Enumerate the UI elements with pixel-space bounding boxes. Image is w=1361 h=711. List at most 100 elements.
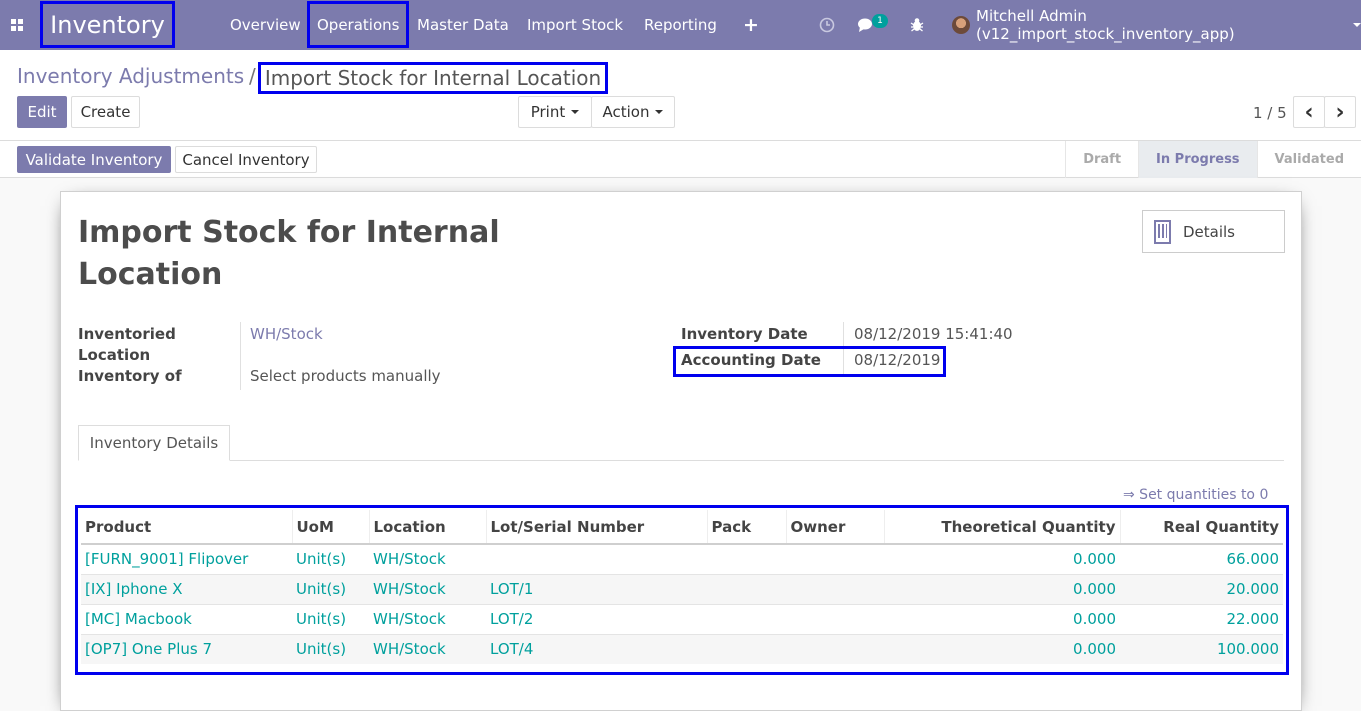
cell-location[interactable]: WH/Stock xyxy=(369,603,486,634)
column-header-uom[interactable]: UoM xyxy=(292,510,370,545)
caret-down-icon xyxy=(571,110,580,114)
caret-down-icon xyxy=(1353,23,1361,27)
table-row[interactable]: [MC] Macbook Unit(s) WH/Stock LOT/2 0.00… xyxy=(81,603,1283,634)
cell-theoretical-qty[interactable]: 0.000 xyxy=(884,573,1120,604)
menu-overview[interactable]: Overview xyxy=(230,0,301,50)
action-label: Action xyxy=(602,103,650,121)
cell-theoretical-qty[interactable]: 0.000 xyxy=(884,633,1120,664)
breadcrumb-separator: / xyxy=(249,64,256,88)
chat-count-badge: 1 xyxy=(872,14,888,28)
cell-pack[interactable] xyxy=(707,573,786,604)
cell-product[interactable]: [OP7] One Plus 7 xyxy=(81,633,292,664)
field-divider xyxy=(240,322,241,390)
cell-theoretical-qty[interactable]: 0.000 xyxy=(884,543,1120,574)
cell-uom[interactable]: Unit(s) xyxy=(292,603,369,634)
print-label: Print xyxy=(530,103,566,121)
pager-next-button[interactable]: › xyxy=(1324,96,1356,128)
chevron-left-icon: ‹ xyxy=(1304,99,1314,125)
cell-lot[interactable]: LOT/4 xyxy=(486,633,707,664)
column-header-owner[interactable]: Owner xyxy=(786,510,885,545)
cell-lot[interactable] xyxy=(486,543,707,574)
inventory-of-value[interactable]: Select products manually xyxy=(250,367,441,385)
table-row[interactable]: [OP7] One Plus 7 Unit(s) WH/Stock LOT/4 … xyxy=(81,633,1283,664)
cell-owner[interactable] xyxy=(786,633,884,664)
table-header-row: Product UoM Location Lot/Serial Number P… xyxy=(81,510,1283,545)
caret-down-icon xyxy=(655,110,664,114)
print-dropdown[interactable]: Print xyxy=(518,96,592,128)
form-sheet: Import Stock for Internal Location Detai… xyxy=(60,191,1302,711)
accounting-date-label: Accounting Date xyxy=(681,351,821,369)
chevron-right-icon: › xyxy=(1335,99,1345,125)
menu-reporting[interactable]: Reporting xyxy=(644,0,717,50)
cell-real-qty[interactable]: 100.000 xyxy=(1120,633,1283,664)
column-header-pack[interactable]: Pack xyxy=(707,510,787,545)
lines-table: Product UoM Location Lot/Serial Number P… xyxy=(81,510,1283,664)
top-navbar: Inventory Overview Operations Master Dat… xyxy=(0,0,1361,50)
cell-real-qty[interactable]: 20.000 xyxy=(1120,573,1283,604)
cell-real-qty[interactable]: 22.000 xyxy=(1120,603,1283,634)
debug-bug-icon[interactable] xyxy=(910,0,924,50)
cell-owner[interactable] xyxy=(786,603,884,634)
cell-owner[interactable] xyxy=(786,543,884,574)
app-name[interactable]: Inventory xyxy=(40,1,175,48)
inventory-date-value[interactable]: 08/12/2019 15:41:40 xyxy=(854,325,1013,343)
cell-uom[interactable]: Unit(s) xyxy=(292,633,369,664)
cell-location[interactable]: WH/Stock xyxy=(369,633,486,664)
validate-inventory-button[interactable]: Validate Inventory xyxy=(17,146,171,173)
cell-pack[interactable] xyxy=(707,603,786,634)
action-dropdown[interactable]: Action xyxy=(591,96,675,128)
inventoried-location-label-2: Location xyxy=(78,346,151,364)
inventoried-location-label-1: Inventoried xyxy=(78,325,176,343)
menu-import-stock[interactable]: Import Stock xyxy=(527,0,623,50)
cell-real-qty[interactable]: 66.000 xyxy=(1120,543,1283,574)
stage-draft[interactable]: Draft xyxy=(1065,141,1138,178)
record-title: Import Stock for Internal Location xyxy=(78,212,528,296)
cell-pack[interactable] xyxy=(707,543,786,574)
cell-owner[interactable] xyxy=(786,573,884,604)
breadcrumb-parent[interactable]: Inventory Adjustments xyxy=(17,64,244,88)
menu-master-data[interactable]: Master Data xyxy=(417,0,509,50)
column-header-lot[interactable]: Lot/Serial Number xyxy=(486,510,708,545)
create-button[interactable]: Create xyxy=(71,96,140,128)
control-panel: Inventory Adjustments / Import Stock for… xyxy=(0,50,1361,141)
apps-menu-icon[interactable] xyxy=(11,0,25,50)
cell-uom[interactable]: Unit(s) xyxy=(292,543,369,574)
accounting-date-value[interactable]: 08/12/2019 xyxy=(854,351,940,369)
record-title-line-2: Location xyxy=(78,257,223,292)
cell-theoretical-qty[interactable]: 0.000 xyxy=(884,603,1120,634)
pager-previous-button[interactable]: ‹ xyxy=(1293,96,1325,128)
stage-validated[interactable]: Validated xyxy=(1256,141,1361,178)
cell-lot[interactable]: LOT/2 xyxy=(486,603,707,634)
details-label: Details xyxy=(1183,222,1236,241)
user-avatar[interactable] xyxy=(952,0,970,50)
menu-operations[interactable]: Operations xyxy=(307,1,410,48)
tab-inventory-details[interactable]: Inventory Details xyxy=(78,425,230,461)
cell-product[interactable]: [FURN_9001] Flipover xyxy=(81,543,292,574)
column-header-theoretical-qty[interactable]: Theoretical Quantity xyxy=(884,510,1121,545)
pager-value[interactable]: 1 / 5 xyxy=(1253,104,1287,122)
table-row[interactable]: [FURN_9001] Flipover Unit(s) WH/Stock 0.… xyxy=(81,543,1283,574)
cell-pack[interactable] xyxy=(707,633,786,664)
set-quantities-link[interactable]: ⇒ Set quantities to 0 xyxy=(1123,487,1268,503)
inventory-of-label: Inventory of xyxy=(78,367,182,385)
stage-in-progress[interactable]: In Progress xyxy=(1138,141,1257,178)
column-header-real-qty[interactable]: Real Quantity xyxy=(1120,510,1283,545)
inventory-lines-table: Product UoM Location Lot/Serial Number P… xyxy=(75,505,1289,675)
add-icon[interactable]: + xyxy=(743,0,759,50)
column-header-location[interactable]: Location xyxy=(369,510,487,545)
table-row[interactable]: [IX] Iphone X Unit(s) WH/Stock LOT/1 0.0… xyxy=(81,573,1283,604)
cell-location[interactable]: WH/Stock xyxy=(369,543,486,574)
cell-product[interactable]: [MC] Macbook xyxy=(81,603,292,634)
cancel-inventory-button[interactable]: Cancel Inventory xyxy=(175,146,317,173)
cell-location[interactable]: WH/Stock xyxy=(369,573,486,604)
cell-uom[interactable]: Unit(s) xyxy=(292,573,369,604)
column-header-product[interactable]: Product xyxy=(81,510,293,545)
cell-product[interactable]: [IX] Iphone X xyxy=(81,573,292,604)
user-menu[interactable]: Mitchell Admin (v12_import_stock_invento… xyxy=(976,0,1361,50)
cell-lot[interactable]: LOT/1 xyxy=(486,573,707,604)
inventoried-location-value[interactable]: WH/Stock xyxy=(250,325,323,343)
breadcrumb-current: Import Stock for Internal Location xyxy=(258,62,608,94)
details-button[interactable]: Details xyxy=(1142,210,1285,253)
activity-clock-icon[interactable] xyxy=(819,0,835,50)
edit-button[interactable]: Edit xyxy=(17,96,67,128)
